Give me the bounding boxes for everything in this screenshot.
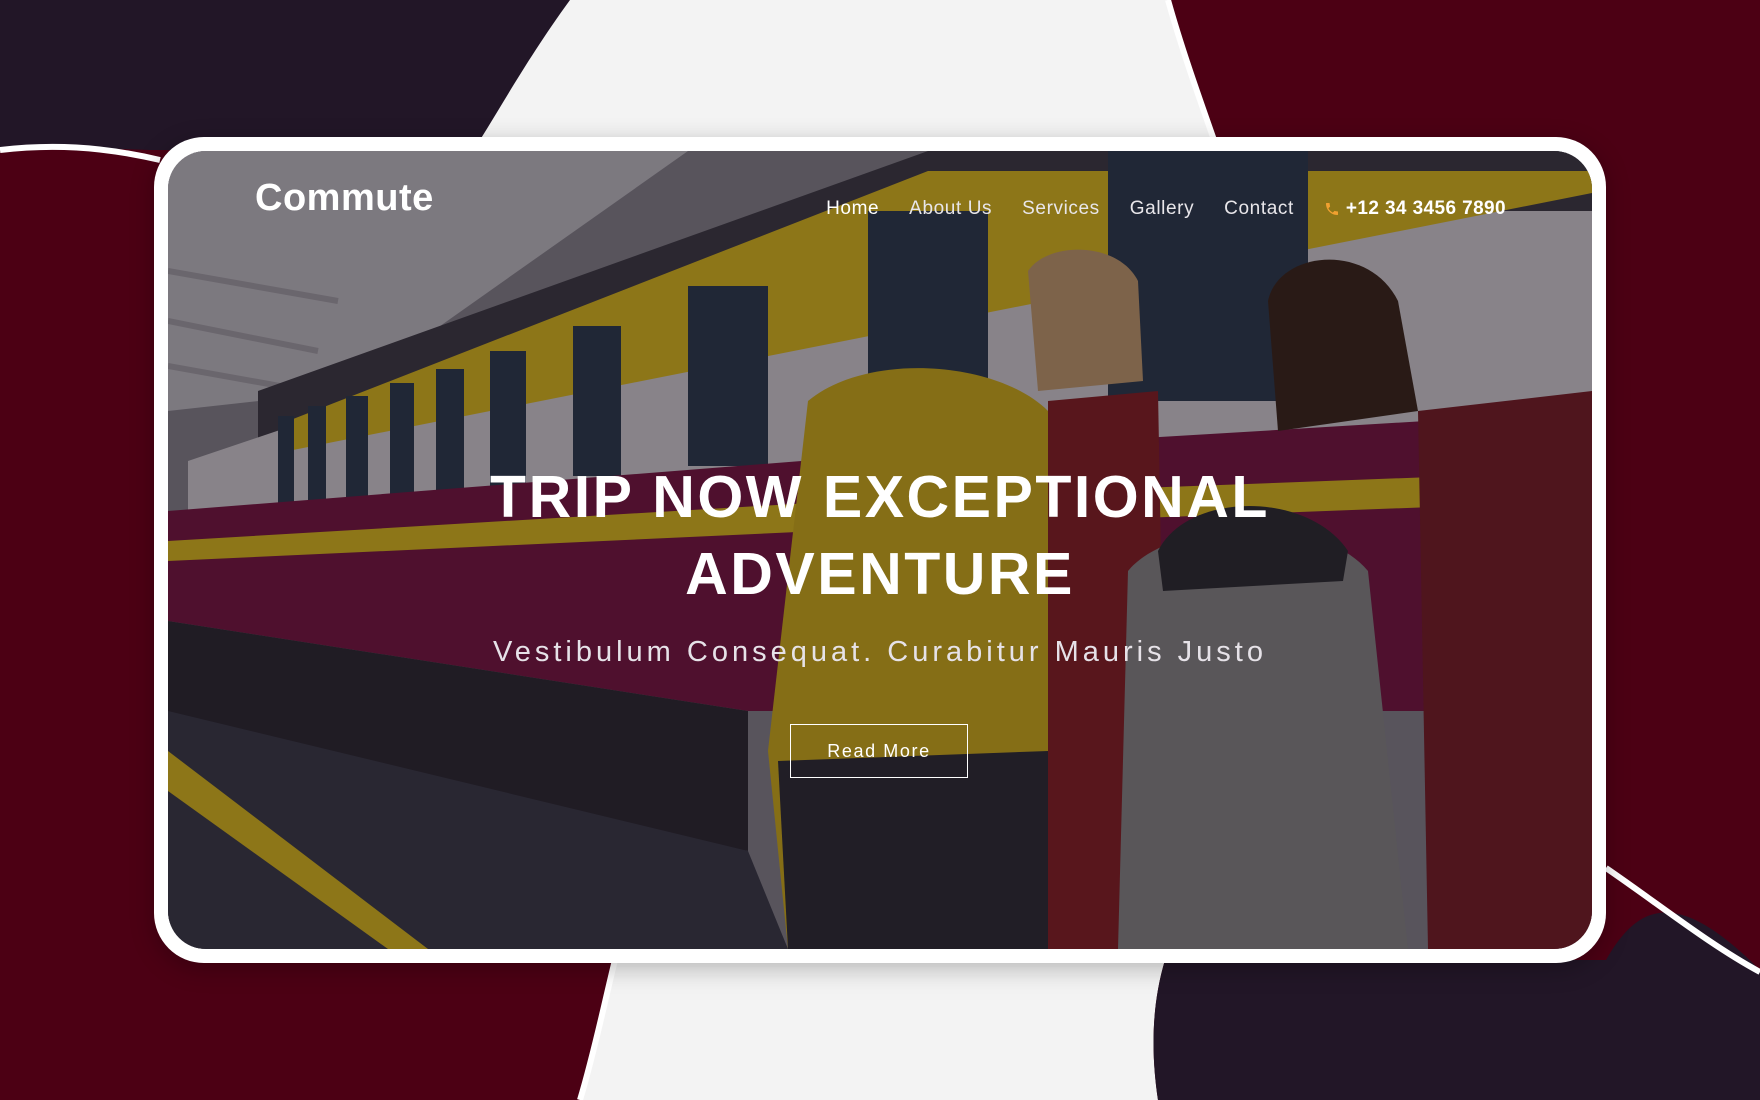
nav-item-gallery[interactable]: Gallery [1130, 198, 1194, 220]
bg-light-blob-top [480, 0, 1215, 140]
phone-icon [1325, 203, 1338, 215]
main-nav: Home About Us Services Gallery Contact +… [826, 198, 1506, 220]
hero-headline-line-2: ADVENTURE [685, 541, 1075, 607]
phone-link[interactable]: +12 34 3456 7890 [1324, 198, 1506, 220]
hero-section: Commute Home About Us Services Gallery C… [168, 151, 1592, 949]
brand-logo[interactable]: Commute [255, 177, 434, 220]
nav-item-home[interactable]: Home [826, 198, 879, 220]
hero-headline-line-1: TRIP NOW EXCEPTIONAL [490, 464, 1270, 530]
page-stage: Commute Home About Us Services Gallery C… [0, 0, 1760, 1100]
nav-item-services[interactable]: Services [1022, 198, 1100, 220]
hero-headline: TRIP NOW EXCEPTIONAL ADVENTURE [168, 459, 1592, 613]
bg-light-blob-bottom [580, 960, 1165, 1100]
hero-subtitle: Vestibulum Consequat. Curabitur Mauris J… [492, 636, 1267, 668]
nav-item-contact[interactable]: Contact [1224, 198, 1294, 220]
nav-item-about-us[interactable]: About Us [909, 198, 992, 220]
read-more-button[interactable]: Read More [790, 724, 968, 778]
phone-number: +12 34 3456 7890 [1345, 198, 1506, 219]
bg-dark-blob-top-left [0, 0, 570, 150]
